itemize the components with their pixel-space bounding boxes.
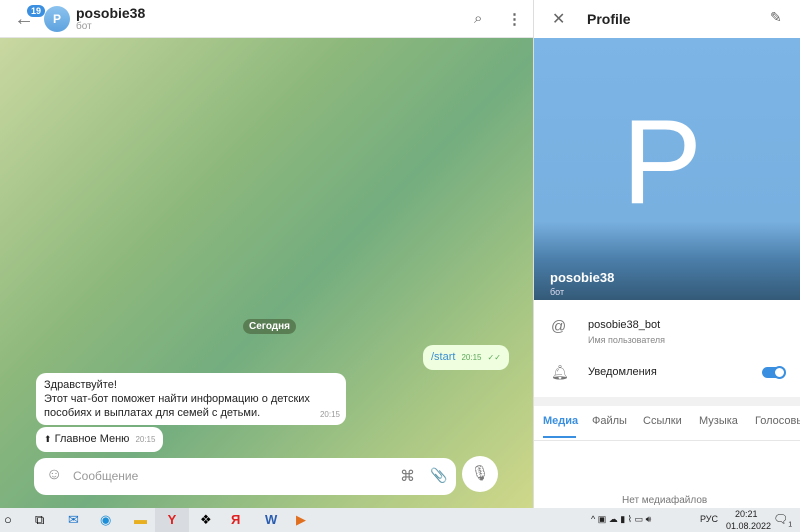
message-text[interactable]: /start — [431, 351, 455, 363]
message-placeholder: Сообщение — [73, 469, 139, 483]
microphone-icon: 🎙 — [470, 465, 490, 482]
message-time: 20:15 — [461, 353, 482, 362]
search-circle-icon[interactable]: ○ — [4, 512, 12, 527]
attach-icon[interactable]: 📎 — [430, 467, 447, 484]
notifications-toggle[interactable] — [762, 366, 786, 379]
message-time: 20:15 — [135, 435, 156, 444]
taskbar: ○ ⧉ ✉ ◉ ▬ Y ❖ Я W ▶ ^ ▣ ☁ ▮ ⌇ ▭ 🔊︎ РУС 2… — [0, 508, 800, 532]
tab-links[interactable]: Ссылки — [643, 415, 682, 427]
bell-icon: 🔔︎ — [551, 364, 569, 380]
tab-media[interactable]: Медиа — [543, 415, 578, 427]
date-label: Сегодня — [243, 319, 297, 334]
yandex-browser-icon[interactable]: Y — [155, 508, 189, 532]
clock-time[interactable]: 20:21 — [735, 509, 758, 519]
dropbox-icon[interactable]: ❖ — [200, 512, 212, 528]
at-icon: @ — [551, 318, 567, 335]
divider — [534, 397, 800, 406]
profile-photo[interactable]: P posobie38 бот — [534, 38, 800, 300]
edit-pencil-icon[interactable]: ✎ — [770, 9, 782, 26]
message-line: пособиях и выплатах для семей с детьми. — [44, 407, 261, 419]
language-indicator[interactable]: РУС — [700, 514, 718, 524]
empty-media-text: Нет медиафайлов — [622, 495, 708, 506]
chat-header: ← 19 P posobie38 бот ⌕ ⋮ — [0, 0, 533, 38]
microphone-button[interactable]: 🎙 — [462, 456, 498, 492]
media-player-icon[interactable]: ▶ — [296, 512, 306, 528]
profile-panel: ✕ Profile ✎ P posobie38 бот @ posobie38_… — [533, 0, 800, 508]
tab-files[interactable]: Файлы — [592, 415, 627, 427]
word-icon[interactable]: W — [265, 512, 277, 527]
tab-voice[interactable]: Голосовые — [755, 415, 800, 427]
message-time: 20:15 — [319, 410, 340, 419]
notification-center-icon[interactable]: 🗨1 — [773, 512, 792, 528]
message-outgoing: /start 20:15 ✓✓ — [423, 345, 509, 370]
message-line: Этот чат-бот поможет найти информацию о … — [44, 393, 310, 405]
chat-subtitle: бот — [76, 21, 92, 32]
command-icon[interactable]: ⌘ — [400, 467, 415, 485]
message-incoming: Здравствуйте! Этот чат-бот поможет найти… — [36, 373, 346, 425]
active-tab-underline — [543, 436, 576, 438]
notifications-label: Уведомления — [588, 366, 657, 378]
more-menu-icon[interactable]: ⋮ — [507, 10, 522, 28]
username-value[interactable]: posobie38_bot — [588, 319, 660, 331]
message-line: Здравствуйте! — [44, 379, 117, 391]
username-label: Имя пользователя — [588, 335, 666, 345]
profile-subtitle: бот — [550, 287, 565, 297]
chat-area: Сегодня /start 20:15 ✓✓ Здравствуйте! Этот… — [0, 38, 533, 508]
read-checks-icon: ✓✓ — [487, 353, 501, 362]
edge-icon[interactable]: ◉ — [100, 512, 111, 528]
message-text: Главное Меню — [54, 433, 130, 445]
avatar[interactable]: P — [44, 6, 70, 32]
message-incoming: ⬆ Главное Меню 20:15 — [36, 427, 164, 452]
profile-avatar-letter: P — [622, 95, 703, 229]
top-icon: ⬆ — [44, 434, 52, 444]
profile-name: posobie38 — [550, 270, 615, 285]
yandex-icon[interactable]: Я — [231, 512, 240, 527]
profile-title: Profile — [587, 11, 631, 27]
clock-date[interactable]: 01.08.2022 — [726, 521, 771, 531]
emoji-icon[interactable]: ☺ — [46, 466, 62, 484]
mail-icon[interactable]: ✉ — [68, 512, 79, 528]
tab-music[interactable]: Музыка — [699, 415, 738, 427]
chat-title[interactable]: posobie38 — [76, 5, 145, 21]
search-icon[interactable]: ⌕ — [474, 10, 482, 27]
message-input[interactable]: ☺ Сообщение ⌘ 📎 — [34, 458, 456, 495]
tray-icons[interactable]: ^ ▣ ☁ ▮ ⌇ ▭ 🔊︎ — [591, 514, 651, 525]
close-icon[interactable]: ✕ — [552, 9, 565, 29]
task-view-icon[interactable]: ⧉ — [35, 512, 44, 528]
unread-badge: 19 — [26, 4, 47, 18]
file-explorer-icon[interactable]: ▬ — [134, 512, 147, 527]
